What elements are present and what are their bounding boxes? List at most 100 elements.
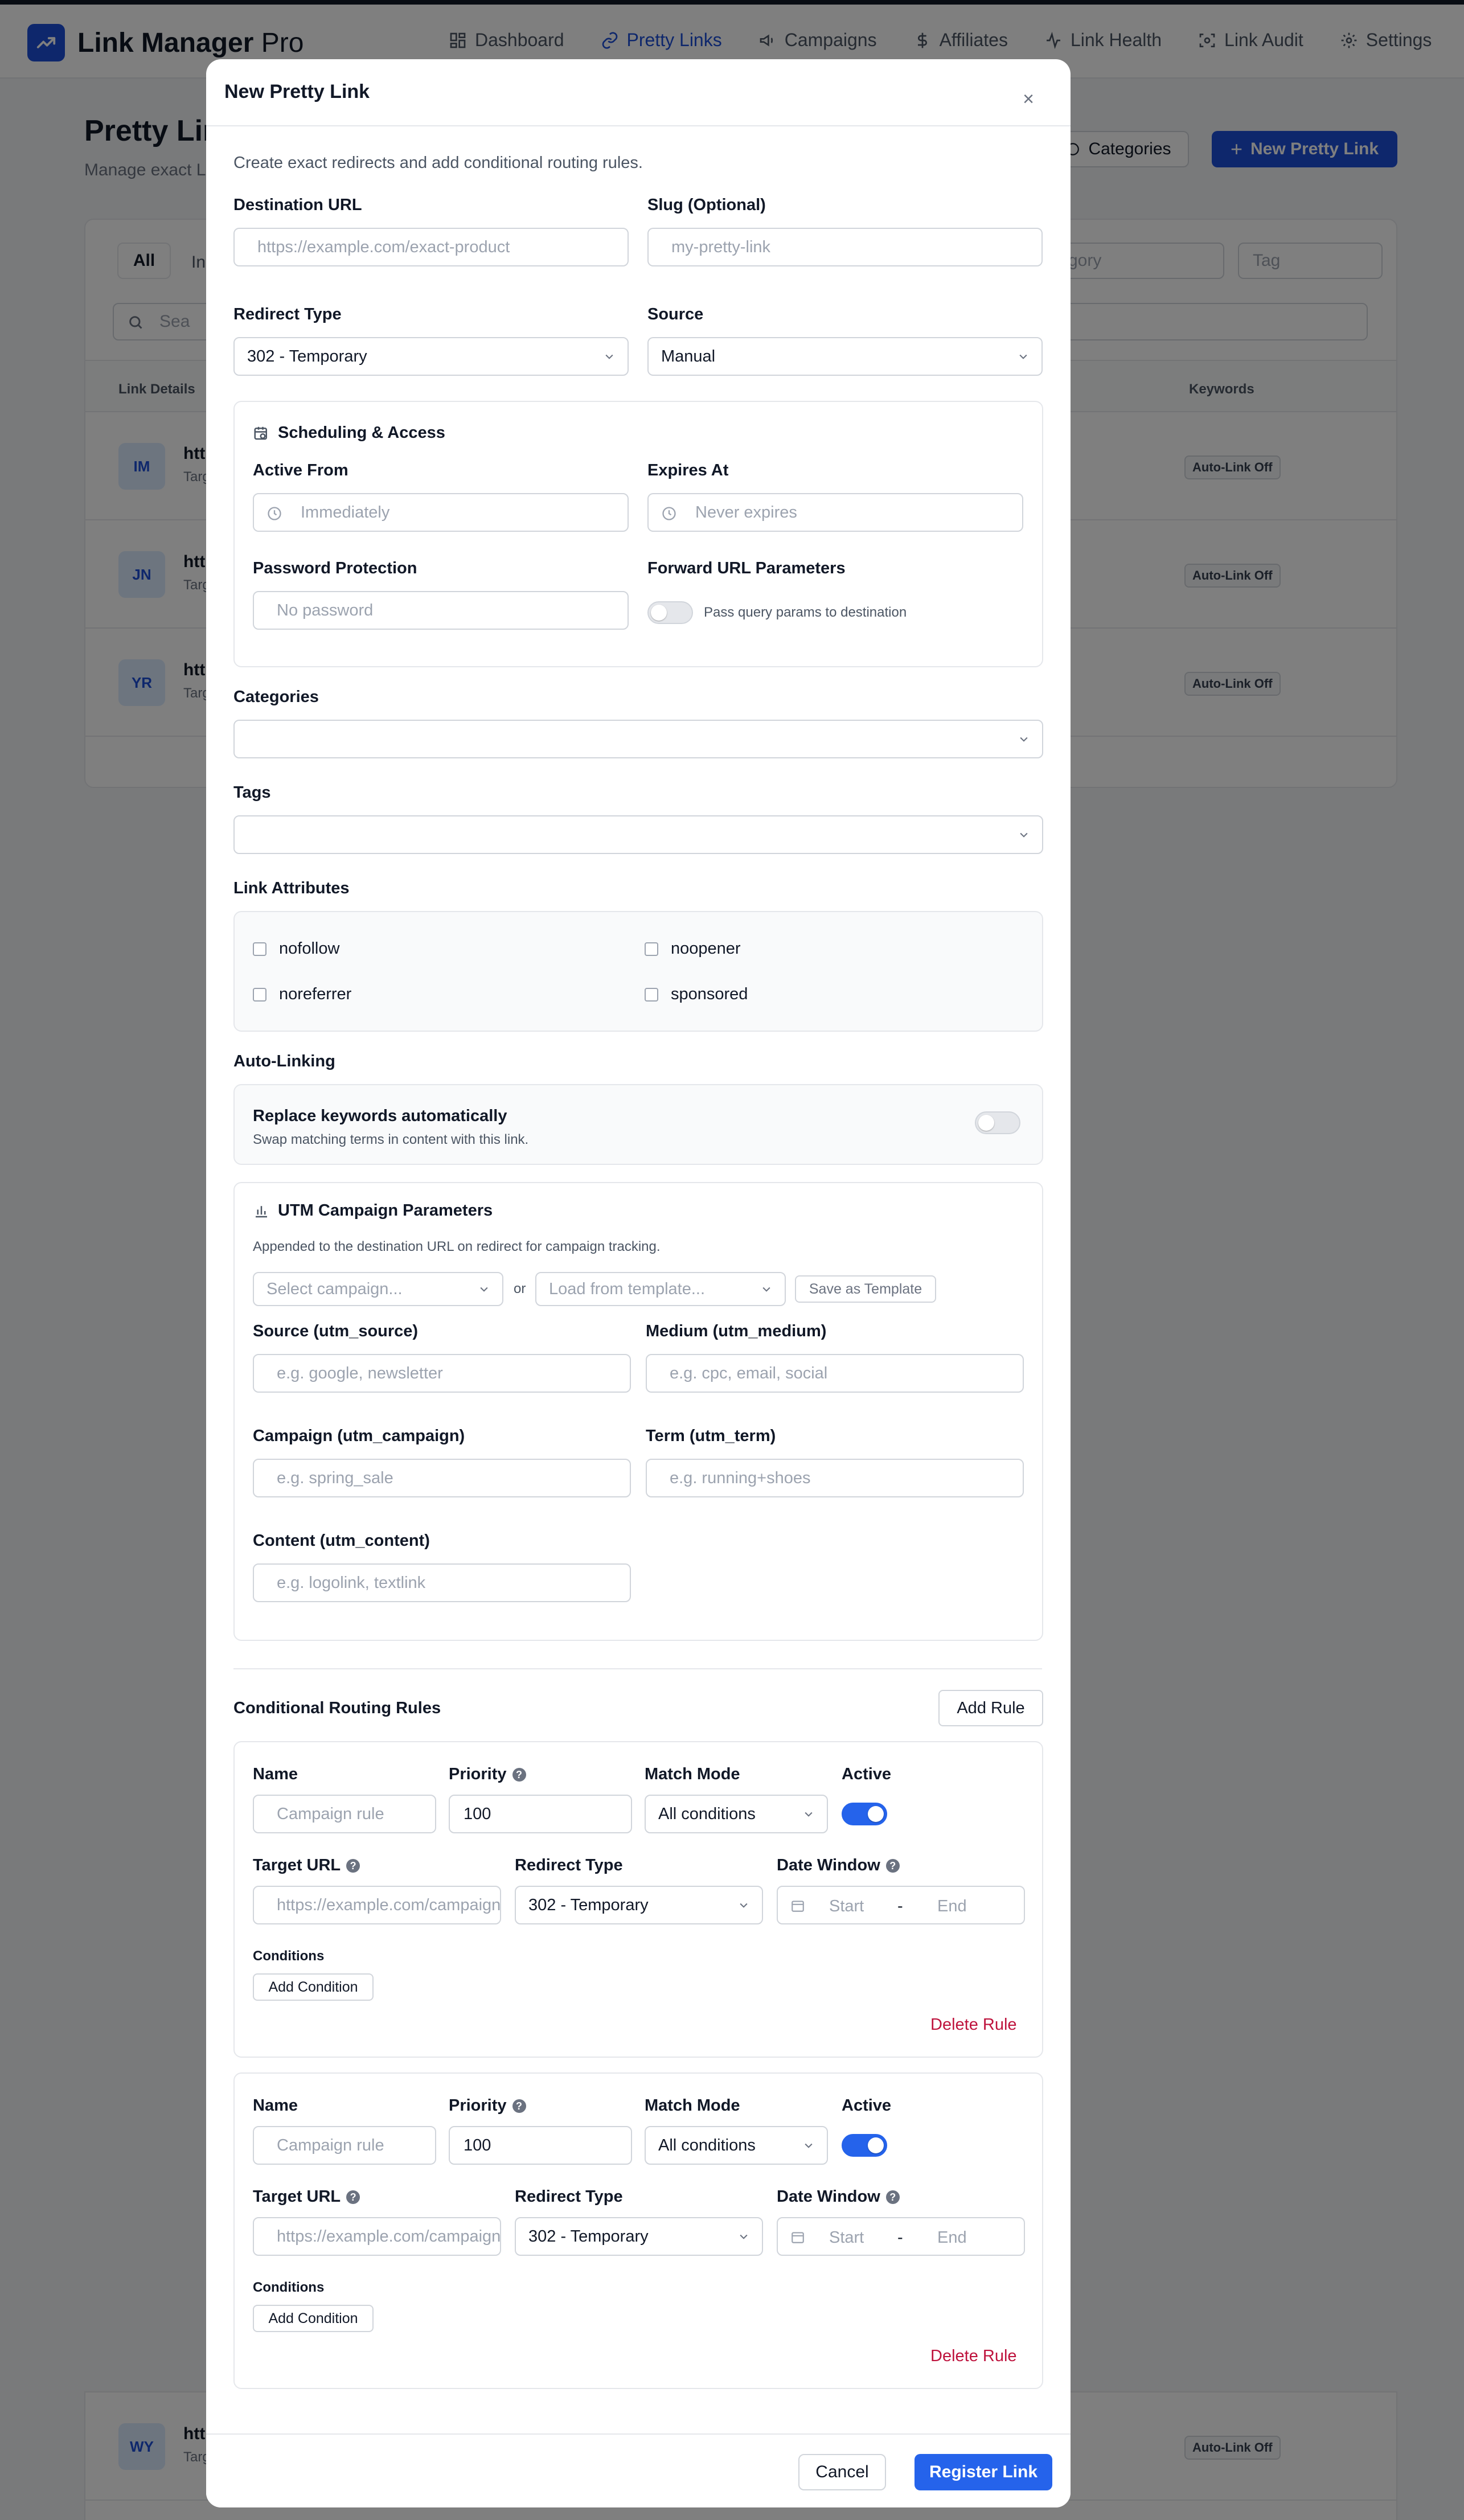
date-start: Start (829, 2228, 864, 2247)
calendar-icon (792, 1901, 804, 1912)
rule-name-input[interactable]: Campaign rule (253, 1795, 436, 1833)
utm-campaign-label: Campaign (utm_campaign) (253, 1427, 465, 1445)
campaign-select[interactable]: Select campaign... (253, 1272, 503, 1306)
clock-icon (662, 507, 676, 520)
sponsored-checkbox[interactable]: sponsored (645, 985, 748, 1004)
password-input[interactable]: No password (253, 591, 629, 630)
close-icon[interactable]: × (1018, 89, 1039, 109)
tags-select[interactable] (233, 815, 1043, 854)
scheduling-access-panel: Scheduling & Access Active From Immediat… (233, 401, 1043, 667)
auto-linking-label: Auto-Linking (233, 1052, 335, 1070)
rule-redirect-select[interactable]: 302 - Temporary (515, 1886, 763, 1924)
noopener-checkbox[interactable]: noopener (645, 939, 741, 958)
add-rule-button[interactable]: Add Rule (938, 1690, 1043, 1726)
section-divider (233, 1668, 1042, 1669)
template-select-placeholder: Load from template... (549, 1279, 706, 1298)
active-label: Active (842, 2096, 892, 2115)
utm-medium-input[interactable]: e.g. cpc, email, social (646, 1354, 1024, 1393)
register-link-button[interactable]: Register Link (915, 2454, 1052, 2490)
match-mode-label: Match Mode (645, 1765, 740, 1783)
conditions-label: Conditions (253, 2280, 325, 2295)
slug-label: Slug (Optional) (647, 196, 766, 214)
noreferrer-checkbox[interactable]: noreferrer (253, 985, 351, 1004)
calendar-icon (792, 2232, 804, 2243)
auto-linking-panel: Replace keywords automatically Swap matc… (233, 1084, 1043, 1165)
date-dash: - (897, 1897, 903, 1915)
target-url-input[interactable]: https://example.com/campaign (253, 1886, 501, 1924)
forward-params-toggle[interactable] (647, 601, 693, 624)
save-template-button[interactable]: Save as Template (795, 1275, 936, 1303)
tags-label: Tags (233, 783, 271, 802)
help-icon[interactable]: ? (885, 1859, 900, 1873)
priority-input[interactable]: 100 (449, 1795, 632, 1833)
utm-source-input[interactable]: e.g. google, newsletter (253, 1354, 631, 1393)
match-mode-select[interactable]: All conditions (645, 1795, 828, 1833)
source-label: Source (647, 305, 704, 323)
conditions-label: Conditions (253, 1948, 325, 1964)
nofollow-checkbox[interactable]: nofollow (253, 939, 339, 958)
calendar-clock-icon (254, 426, 267, 440)
target-url-label: Target URL? (253, 1856, 360, 1875)
expires-placeholder: Never expires (695, 503, 797, 522)
utm-medium-label: Medium (utm_medium) (646, 1322, 827, 1340)
active-from-input[interactable]: Immediately (253, 493, 629, 532)
checkbox-label: noreferrer (279, 985, 352, 1003)
rule-name-label: Name (253, 2096, 298, 2115)
checkbox-box (645, 942, 658, 956)
help-icon[interactable]: ? (346, 1859, 360, 1873)
routing-rule-card: Name Campaign rule Priority? 100 Match M… (233, 2072, 1043, 2389)
help-icon[interactable]: ? (885, 2190, 900, 2205)
target-url-input[interactable]: https://example.com/campaign (253, 2217, 501, 2256)
auto-linking-title: Replace keywords automatically (253, 1107, 507, 1125)
rule-active-toggle[interactable] (842, 1803, 887, 1825)
rule-name-label: Name (253, 1765, 298, 1783)
redirect-type-label: Redirect Type (233, 305, 342, 323)
delete-rule-button[interactable]: Delete Rule (930, 2347, 1017, 2366)
auto-linking-toggle[interactable] (975, 1111, 1020, 1134)
rule-active-toggle[interactable] (842, 2134, 887, 2157)
chevron-down-icon (1020, 737, 1028, 742)
forward-params-text: Pass query params to destination (704, 605, 907, 620)
rule-redirect-label: Redirect Type (515, 2187, 623, 2206)
redirect-type-select[interactable]: 302 - Temporary (233, 337, 629, 376)
chevron-down-icon (480, 1287, 488, 1292)
expires-at-input[interactable]: Never expires (647, 493, 1023, 532)
modal-intro: Create exact redirects and add condition… (233, 154, 643, 172)
add-condition-button[interactable]: Add Condition (253, 1973, 374, 2001)
destination-url-input[interactable]: https://example.com/exact-product (233, 228, 629, 266)
utm-term-input[interactable]: e.g. running+shoes (646, 1459, 1024, 1497)
scheduling-title-text: Scheduling & Access (278, 424, 445, 442)
target-url-label: Target URL? (253, 2187, 360, 2206)
checkbox-box (253, 987, 266, 1002)
checkbox-box (645, 987, 658, 1002)
help-icon[interactable]: ? (346, 2190, 360, 2205)
rule-name-input[interactable]: Campaign rule (253, 2126, 436, 2165)
cancel-button[interactable]: Cancel (798, 2454, 886, 2490)
date-window-input[interactable]: Start - End (777, 2217, 1025, 2256)
delete-rule-button[interactable]: Delete Rule (930, 2016, 1017, 2034)
categories-select[interactable] (233, 720, 1043, 758)
rule-redirect-select[interactable]: 302 - Temporary (515, 2217, 763, 2256)
scheduling-title: Scheduling & Access (253, 424, 445, 442)
rule-redirect-value: 302 - Temporary (528, 2227, 649, 2246)
utm-term-label: Term (utm_term) (646, 1427, 776, 1445)
rule-redirect-label: Redirect Type (515, 1856, 623, 1874)
help-icon[interactable]: ? (512, 1768, 526, 1782)
active-label: Active (842, 1765, 892, 1783)
add-condition-button[interactable]: Add Condition (253, 2305, 374, 2332)
priority-input[interactable]: 100 (449, 2126, 632, 2165)
password-label: Password Protection (253, 559, 417, 577)
slug-input[interactable]: my-pretty-link (647, 228, 1043, 266)
utm-campaign-input[interactable]: e.g. spring_sale (253, 1459, 631, 1497)
utm-content-input[interactable]: e.g. logolink, textlink (253, 1563, 631, 1602)
source-select[interactable]: Manual (647, 337, 1043, 376)
template-select[interactable]: Load from template... (535, 1272, 786, 1306)
match-mode-label: Match Mode (645, 2096, 740, 2115)
help-icon[interactable]: ? (512, 2099, 526, 2113)
toggle-knob (651, 605, 667, 621)
checkbox-box (253, 942, 266, 956)
match-mode-select[interactable]: All conditions (645, 2126, 828, 2165)
rule-redirect-value: 302 - Temporary (528, 1895, 649, 1914)
date-window-input[interactable]: Start - End (777, 1886, 1025, 1924)
chevron-down-icon (762, 1287, 770, 1292)
